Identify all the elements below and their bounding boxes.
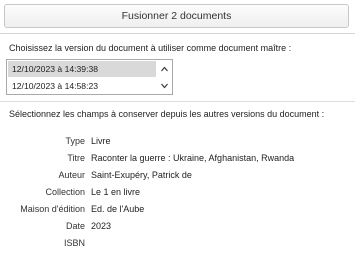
field-value[interactable]: Ed. de l'Aube bbox=[91, 204, 144, 214]
merge-documents-button[interactable]: Fusionner 2 documents bbox=[4, 4, 349, 28]
master-version-list[interactable]: 12/10/2023 à 14:39:38 12/10/2023 à 14:58… bbox=[6, 59, 173, 95]
scroll-up-icon[interactable] bbox=[159, 62, 170, 76]
field-label: Type bbox=[65, 136, 85, 146]
scroll-down-icon[interactable] bbox=[159, 79, 170, 93]
field-label: Maison d'édition bbox=[20, 204, 85, 214]
field-row-type[interactable]: Type Livre bbox=[0, 136, 355, 150]
field-row-collection[interactable]: Collection Le 1 en livre bbox=[0, 187, 355, 201]
field-label: Collection bbox=[45, 187, 85, 197]
field-row-isbn[interactable]: ISBN bbox=[0, 238, 355, 252]
master-version-prompt: Choisissez la version du document à util… bbox=[9, 43, 292, 53]
field-row-date[interactable]: Date 2023 bbox=[0, 221, 355, 235]
field-label: ISBN bbox=[63, 238, 85, 248]
field-label: Auteur bbox=[58, 170, 85, 180]
version-item-selected[interactable]: 12/10/2023 à 14:39:38 bbox=[8, 61, 156, 77]
field-value[interactable]: Livre bbox=[91, 136, 111, 146]
header-divider bbox=[0, 33, 355, 34]
field-value[interactable]: Saint-Exupéry, Patrick de bbox=[91, 170, 192, 180]
field-value[interactable]: 2023 bbox=[91, 221, 111, 231]
field-label: Titre bbox=[67, 153, 85, 163]
field-label: Date bbox=[65, 221, 85, 231]
section-divider bbox=[0, 101, 355, 102]
field-row-publisher[interactable]: Maison d'édition Ed. de l'Aube bbox=[0, 204, 355, 218]
version-item[interactable]: 12/10/2023 à 14:58:23 bbox=[8, 78, 156, 94]
field-value[interactable]: Le 1 en livre bbox=[91, 187, 140, 197]
field-row-title[interactable]: Titre Raconter la guerre : Ukraine, Afgh… bbox=[0, 153, 355, 167]
fields-prompt: Sélectionnez les champs à conserver depu… bbox=[9, 109, 325, 119]
field-row-author[interactable]: Auteur Saint-Exupéry, Patrick de bbox=[0, 170, 355, 184]
field-value[interactable]: Raconter la guerre : Ukraine, Afghanista… bbox=[91, 153, 294, 163]
